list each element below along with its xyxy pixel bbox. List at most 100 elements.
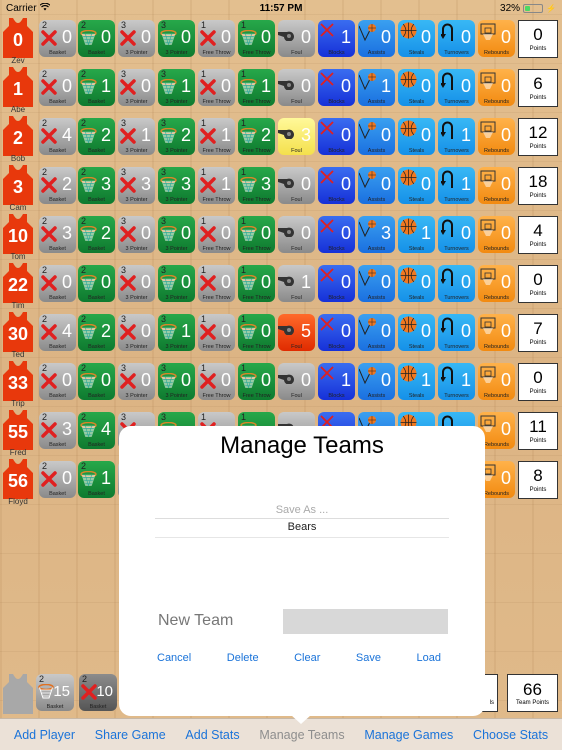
toolbar-manage-teams-button[interactable]: Manage Teams [259, 728, 344, 742]
player-jersey-button[interactable]: 56 [3, 459, 33, 499]
rebounds-tile[interactable]: 0 Rebounds [478, 167, 515, 204]
ft-miss-tile[interactable]: 1 0 Free Throw [198, 363, 235, 400]
assists-tile[interactable]: 0 Assists [358, 167, 395, 204]
turnovers-tile[interactable]: 1 Turnovers [438, 363, 475, 400]
blocks-tile[interactable]: 0 Blocks [318, 69, 355, 106]
assists-tile[interactable]: 0 Assists [358, 363, 395, 400]
foul-tile[interactable]: 0 Foul [278, 69, 315, 106]
player-jersey-button[interactable]: 1 [3, 67, 33, 107]
basket-miss-tile[interactable]: 2 0 Basket [39, 363, 76, 400]
ft-miss-tile[interactable]: 1 0 Free Throw [198, 314, 235, 351]
ft-make-tile[interactable]: 1 0 Free Throw [238, 314, 275, 351]
assists-tile[interactable]: 0 Assists [358, 265, 395, 302]
basket-miss-tile[interactable]: 2 0 Basket [39, 20, 76, 57]
ft-make-tile[interactable]: 1 1 Free Throw [238, 69, 275, 106]
ft-miss-tile[interactable]: 1 1 Free Throw [198, 118, 235, 155]
ft-miss-tile[interactable]: 1 1 Free Throw [198, 167, 235, 204]
basket-make-tile[interactable]: 2 2 Basket [78, 314, 115, 351]
basket-miss-tile[interactable]: 2 3 Basket [39, 412, 76, 449]
basket-miss-tile[interactable]: 2 0 Basket [39, 461, 76, 498]
rebounds-tile[interactable]: 0 Rebounds [478, 20, 515, 57]
basket-make-tile[interactable]: 2 0 Basket [78, 20, 115, 57]
three-miss-tile[interactable]: 3 0 3 Pointer [118, 20, 155, 57]
new-team-input[interactable] [283, 609, 448, 634]
ft-make-tile[interactable]: 1 0 Free Throw [238, 216, 275, 253]
turnovers-tile[interactable]: 1 Turnovers [438, 167, 475, 204]
ft-miss-tile[interactable]: 1 0 Free Throw [198, 216, 235, 253]
basket-make-tile[interactable]: 2 1 Basket [78, 461, 115, 498]
toolbar-manage-games-button[interactable]: Manage Games [364, 728, 453, 742]
foul-tile[interactable]: 3 Foul [278, 118, 315, 155]
assists-tile[interactable]: 3 Assists [358, 216, 395, 253]
ft-make-tile[interactable]: 1 0 Free Throw [238, 363, 275, 400]
player-jersey-button[interactable]: 3 [3, 165, 33, 205]
assists-tile[interactable]: 0 Assists [358, 20, 395, 57]
three-miss-tile[interactable]: 3 0 3 Pointer [118, 265, 155, 302]
foul-tile[interactable]: 1 Foul [278, 265, 315, 302]
basket-miss-tile[interactable]: 2 2 Basket [39, 167, 76, 204]
three-make-tile[interactable]: 3 3 3 Pointer [158, 167, 195, 204]
player-jersey-button[interactable]: 0 [3, 18, 33, 58]
clear-button[interactable]: Clear [286, 652, 328, 664]
rebounds-tile[interactable]: 0 Rebounds [478, 265, 515, 302]
rebounds-tile[interactable]: 0 Rebounds [478, 69, 515, 106]
three-miss-tile[interactable]: 3 0 3 Pointer [118, 363, 155, 400]
save-button[interactable]: Save [348, 652, 389, 664]
steals-tile[interactable]: 0 Steals [398, 314, 435, 351]
turnovers-tile[interactable]: 0 Turnovers [438, 314, 475, 351]
ft-miss-tile[interactable]: 1 0 Free Throw [198, 265, 235, 302]
three-make-tile[interactable]: 3 1 3 Pointer [158, 69, 195, 106]
turnovers-tile[interactable]: 1 Turnovers [438, 118, 475, 155]
load-button[interactable]: Load [408, 652, 448, 664]
basket-make-tile[interactable]: 2 3 Basket [78, 167, 115, 204]
ft-make-tile[interactable]: 1 0 Free Throw [238, 20, 275, 57]
picker-option-save-as[interactable]: Save As ... [119, 504, 485, 516]
blocks-tile[interactable]: 1 Blocks [318, 20, 355, 57]
basket-miss-tile[interactable]: 2 3 Basket [39, 216, 76, 253]
three-miss-tile[interactable]: 3 3 3 Pointer [118, 167, 155, 204]
steals-tile[interactable]: 1 Steals [398, 363, 435, 400]
ft-make-tile[interactable]: 1 2 Free Throw [238, 118, 275, 155]
blocks-tile[interactable]: 0 Blocks [318, 265, 355, 302]
assists-tile[interactable]: 0 Assists [358, 314, 395, 351]
basket-make-tile[interactable]: 2 0 Basket [78, 265, 115, 302]
total-basket-made-tile[interactable]: 2 15 Basket [36, 674, 74, 711]
basket-make-tile[interactable]: 2 1 Basket [78, 69, 115, 106]
blocks-tile[interactable]: 0 Blocks [318, 314, 355, 351]
steals-tile[interactable]: 0 Steals [398, 118, 435, 155]
player-jersey-button[interactable]: 30 [3, 312, 33, 352]
blocks-tile[interactable]: 0 Blocks [318, 216, 355, 253]
three-miss-tile[interactable]: 3 0 3 Pointer [118, 216, 155, 253]
three-make-tile[interactable]: 3 0 3 Pointer [158, 265, 195, 302]
player-jersey-button[interactable]: 2 [3, 116, 33, 156]
turnovers-tile[interactable]: 0 Turnovers [438, 69, 475, 106]
turnovers-tile[interactable]: 0 Turnovers [438, 265, 475, 302]
foul-tile[interactable]: 0 Foul [278, 20, 315, 57]
basket-miss-tile[interactable]: 2 0 Basket [39, 265, 76, 302]
three-miss-tile[interactable]: 3 0 3 Pointer [118, 314, 155, 351]
basket-make-tile[interactable]: 2 0 Basket [78, 363, 115, 400]
three-make-tile[interactable]: 3 1 3 Pointer [158, 314, 195, 351]
cancel-button[interactable]: Cancel [149, 652, 199, 664]
blocks-tile[interactable]: 1 Blocks [318, 363, 355, 400]
blocks-tile[interactable]: 0 Blocks [318, 118, 355, 155]
player-jersey-button[interactable]: 10 [3, 214, 33, 254]
player-jersey-button[interactable]: 22 [3, 263, 33, 303]
foul-tile[interactable]: 5 Foul [278, 314, 315, 351]
toolbar-add-player-button[interactable]: Add Player [14, 728, 75, 742]
ft-make-tile[interactable]: 1 3 Free Throw [238, 167, 275, 204]
basket-make-tile[interactable]: 2 4 Basket [78, 412, 115, 449]
blocks-tile[interactable]: 0 Blocks [318, 167, 355, 204]
ft-miss-tile[interactable]: 1 0 Free Throw [198, 69, 235, 106]
basket-make-tile[interactable]: 2 2 Basket [78, 118, 115, 155]
three-miss-tile[interactable]: 3 0 3 Pointer [118, 69, 155, 106]
basket-miss-tile[interactable]: 2 4 Basket [39, 118, 76, 155]
three-make-tile[interactable]: 3 2 3 Pointer [158, 118, 195, 155]
three-make-tile[interactable]: 3 0 3 Pointer [158, 216, 195, 253]
foul-tile[interactable]: 0 Foul [278, 167, 315, 204]
steals-tile[interactable]: 0 Steals [398, 20, 435, 57]
ft-miss-tile[interactable]: 1 0 Free Throw [198, 20, 235, 57]
three-make-tile[interactable]: 3 0 3 Pointer [158, 363, 195, 400]
toolbar-choose-stats-button[interactable]: Choose Stats [473, 728, 548, 742]
rebounds-tile[interactable]: 0 Rebounds [478, 118, 515, 155]
